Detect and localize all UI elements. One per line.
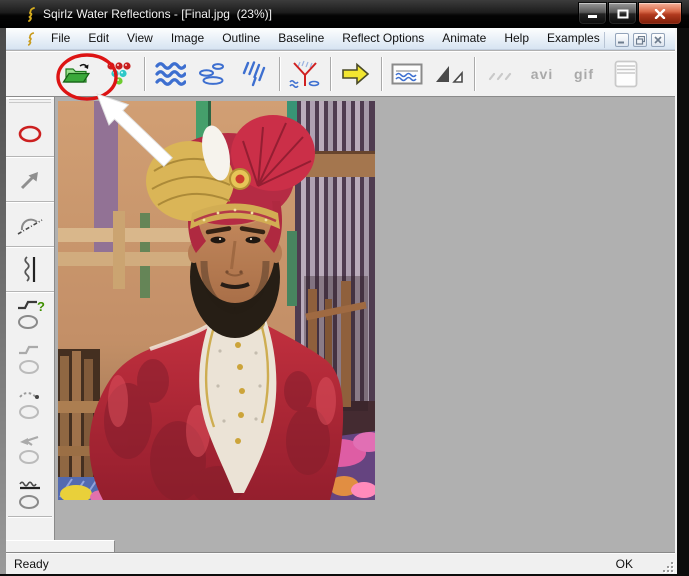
mdi-restore-button[interactable] bbox=[633, 33, 647, 47]
dashes-icon bbox=[488, 72, 512, 80]
status-message: Ready bbox=[14, 556, 49, 571]
menu-image[interactable]: Image bbox=[162, 28, 213, 49]
run-arrow-icon bbox=[342, 62, 370, 85]
menu-edit[interactable]: Edit bbox=[79, 28, 118, 49]
close-icon bbox=[654, 8, 666, 19]
menu-help[interactable]: Help bbox=[495, 28, 538, 49]
mdi-separator bbox=[604, 32, 605, 48]
status-ok: OK bbox=[615, 556, 633, 571]
dotted-curve-ellipse-icon bbox=[19, 391, 39, 419]
combine-effects-button[interactable] bbox=[285, 54, 325, 94]
client-area: File Edit View Image Outline Baseline Re… bbox=[6, 28, 675, 574]
zigzag-tool[interactable] bbox=[6, 246, 54, 291]
photo-final-jpg[interactable] bbox=[58, 101, 375, 500]
ripple-ellipses-icon bbox=[199, 62, 224, 85]
custom-outline-help-tool[interactable]: ? bbox=[6, 291, 54, 336]
window-title: Sqirlz Water Reflections - [Final.jpg (2… bbox=[43, 7, 272, 21]
status-bar: Ready OK bbox=[6, 552, 675, 574]
menu-view[interactable]: View bbox=[118, 28, 162, 49]
arrow-tool[interactable] bbox=[6, 156, 54, 201]
wave-outline-tool[interactable] bbox=[6, 471, 54, 516]
resize-triangles-icon bbox=[436, 65, 463, 83]
filmstrip-button[interactable] bbox=[606, 54, 646, 94]
minimize-button[interactable] bbox=[578, 2, 607, 25]
framed-waves-icon bbox=[391, 63, 423, 84]
document-logo-icon bbox=[26, 31, 36, 46]
zigzag-line-icon bbox=[24, 256, 36, 282]
open-folder-icon bbox=[62, 63, 91, 83]
resize-grip[interactable] bbox=[661, 560, 673, 572]
maximize-button[interactable] bbox=[608, 2, 637, 25]
save-avi-button[interactable]: avi bbox=[522, 54, 562, 94]
run-animation-button[interactable] bbox=[336, 54, 376, 94]
title-bar: Sqirlz Water Reflections - [Final.jpg (2… bbox=[0, 0, 689, 28]
waves-icon bbox=[155, 61, 186, 86]
step-outline-tool[interactable] bbox=[6, 336, 54, 381]
fork-waves-icon bbox=[289, 60, 320, 88]
open-file-button[interactable] bbox=[57, 54, 97, 94]
menu-outline[interactable]: Outline bbox=[213, 28, 269, 49]
oval-outline-tool[interactable] bbox=[6, 111, 54, 156]
ring-ripple-button[interactable] bbox=[192, 54, 232, 94]
toolbar: avi gif bbox=[6, 51, 675, 97]
rain-ripple-button[interactable] bbox=[234, 54, 274, 94]
color-dots-icon bbox=[107, 61, 131, 85]
preview-image-button[interactable] bbox=[387, 54, 427, 94]
gif-label: gif bbox=[573, 65, 595, 82]
menu-animate[interactable]: Animate bbox=[433, 28, 495, 49]
workspace: ? bbox=[6, 97, 675, 552]
tool-palette: ? bbox=[6, 97, 55, 552]
arrow-up-right-icon bbox=[20, 172, 38, 190]
mdi-close-button[interactable] bbox=[651, 33, 665, 47]
toolbar-separator bbox=[474, 56, 475, 91]
mdi-minimize-button[interactable] bbox=[615, 33, 629, 47]
step-question-ellipse-icon: ? bbox=[18, 299, 45, 329]
red-ellipse-icon bbox=[18, 125, 42, 142]
palette-end-line bbox=[8, 516, 52, 517]
arc-tool[interactable] bbox=[6, 201, 54, 246]
maximize-icon bbox=[617, 9, 628, 18]
waves-ripple-button[interactable] bbox=[150, 54, 190, 94]
avi-label: avi bbox=[530, 65, 554, 82]
toolbar-separator bbox=[330, 56, 331, 91]
mdi-minimize-icon bbox=[618, 41, 624, 44]
menu-baseline[interactable]: Baseline bbox=[269, 28, 333, 49]
save-gif-button[interactable]: gif bbox=[564, 54, 604, 94]
window-border-right bbox=[675, 28, 689, 576]
menu-examples[interactable]: Examples bbox=[538, 28, 609, 49]
wave-line-ellipse-icon bbox=[19, 480, 40, 509]
canvas-area[interactable] bbox=[55, 97, 675, 552]
menu-bar: File Edit View Image Outline Baseline Re… bbox=[6, 28, 675, 50]
resize-image-button[interactable] bbox=[429, 54, 469, 94]
filmstrip-icon bbox=[614, 60, 638, 87]
menu-file[interactable]: File bbox=[42, 28, 79, 49]
app-logo-icon bbox=[26, 6, 37, 22]
ripple-colors-button[interactable] bbox=[99, 54, 139, 94]
app-window: Sqirlz Water Reflections - [Final.jpg (2… bbox=[0, 0, 689, 576]
palette-grip bbox=[9, 99, 51, 103]
bent-arrow-ellipse-icon bbox=[19, 435, 39, 464]
toolbar-separator bbox=[279, 56, 280, 91]
step-ellipse-icon bbox=[19, 345, 39, 374]
mdi-restore-icon bbox=[635, 35, 645, 45]
toolbar-separator bbox=[381, 56, 382, 91]
frame-dashes-button[interactable] bbox=[480, 54, 520, 94]
svg-text:?: ? bbox=[37, 299, 45, 314]
photo-illustration bbox=[58, 101, 375, 500]
mdi-close-icon bbox=[654, 36, 662, 44]
bent-arrow-outline-tool[interactable] bbox=[6, 426, 54, 471]
close-button[interactable] bbox=[638, 2, 682, 25]
rain-lines-icon bbox=[242, 60, 266, 86]
bottom-dock-band bbox=[6, 540, 115, 552]
dotted-curve-outline-tool[interactable] bbox=[6, 381, 54, 426]
minimize-icon bbox=[587, 14, 597, 18]
toolbar-separator bbox=[144, 56, 145, 91]
menu-reflect-options[interactable]: Reflect Options bbox=[333, 28, 433, 49]
arc-dash-dot-icon bbox=[17, 218, 43, 235]
